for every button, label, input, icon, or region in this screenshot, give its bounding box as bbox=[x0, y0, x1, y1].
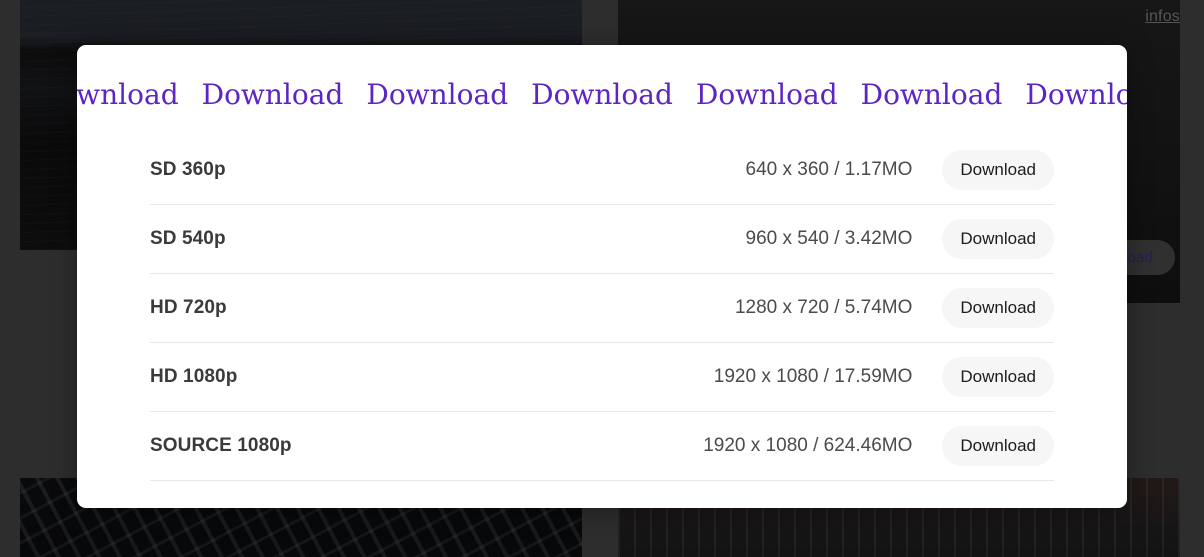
table-row: SOURCE 1080p 1920 x 1080 / 624.46MO Down… bbox=[150, 412, 1054, 481]
header-download-link-1[interactable]: Download bbox=[77, 78, 179, 112]
row-right-group: 1920 x 1080 / 17.59MO Download bbox=[713, 356, 1054, 397]
quality-meta-source-1080p: 1920 x 1080 / 624.46MO bbox=[703, 434, 913, 456]
row-right-group: 640 x 360 / 1.17MO Download bbox=[745, 149, 1054, 190]
quality-meta-hd-1080p: 1920 x 1080 / 17.59MO bbox=[713, 365, 913, 387]
download-button-sd-540p[interactable]: Download bbox=[942, 218, 1054, 259]
table-row: SD 360p 640 x 360 / 1.17MO Download bbox=[150, 136, 1054, 205]
table-row: HD 720p 1280 x 720 / 5.74MO Download bbox=[150, 274, 1054, 343]
header-download-link-2[interactable]: Download bbox=[202, 78, 344, 112]
table-row: SD 540p 960 x 540 / 3.42MO Download bbox=[150, 205, 1054, 274]
quality-label-hd-1080p: HD 1080p bbox=[150, 365, 238, 387]
quality-label-sd-360p: SD 360p bbox=[150, 158, 226, 180]
row-right-group: 1920 x 1080 / 624.46MO Download bbox=[703, 425, 1054, 466]
background-infos-link[interactable]: infos bbox=[1145, 8, 1180, 26]
download-button-sd-360p[interactable]: Download bbox=[942, 149, 1054, 190]
quality-label-sd-540p: SD 540p bbox=[150, 227, 226, 249]
row-right-group: 1280 x 720 / 5.74MO Download bbox=[734, 287, 1054, 328]
row-right-group: 960 x 540 / 3.42MO Download bbox=[745, 218, 1054, 259]
download-links-row: Download Download Download Download Down… bbox=[77, 45, 1127, 125]
download-button-hd-720p[interactable]: Download bbox=[942, 287, 1054, 328]
quality-meta-sd-540p: 960 x 540 / 3.42MO bbox=[745, 227, 913, 249]
header-download-link-5[interactable]: Download bbox=[696, 78, 838, 112]
quality-meta-sd-360p: 640 x 360 / 1.17MO bbox=[745, 158, 913, 180]
quality-meta-hd-720p: 1280 x 720 / 5.74MO bbox=[734, 296, 913, 318]
header-download-link-7[interactable]: Download bbox=[1025, 78, 1127, 112]
table-row: HD 1080p 1920 x 1080 / 17.59MO Download bbox=[150, 343, 1054, 412]
download-options-modal: Download Download Download Download Down… bbox=[77, 45, 1127, 508]
download-button-hd-1080p[interactable]: Download bbox=[942, 356, 1054, 397]
quality-list: SD 360p 640 x 360 / 1.17MO Download SD 5… bbox=[150, 136, 1054, 481]
header-download-link-6[interactable]: Download bbox=[861, 78, 1003, 112]
download-button-source-1080p[interactable]: Download bbox=[942, 425, 1054, 466]
quality-label-hd-720p: HD 720p bbox=[150, 296, 227, 318]
header-download-link-4[interactable]: Download bbox=[531, 78, 673, 112]
quality-label-source-1080p: SOURCE 1080p bbox=[150, 434, 292, 456]
header-download-link-3[interactable]: Download bbox=[366, 78, 508, 112]
modal-content: Download Download Download Download Down… bbox=[77, 45, 1127, 481]
